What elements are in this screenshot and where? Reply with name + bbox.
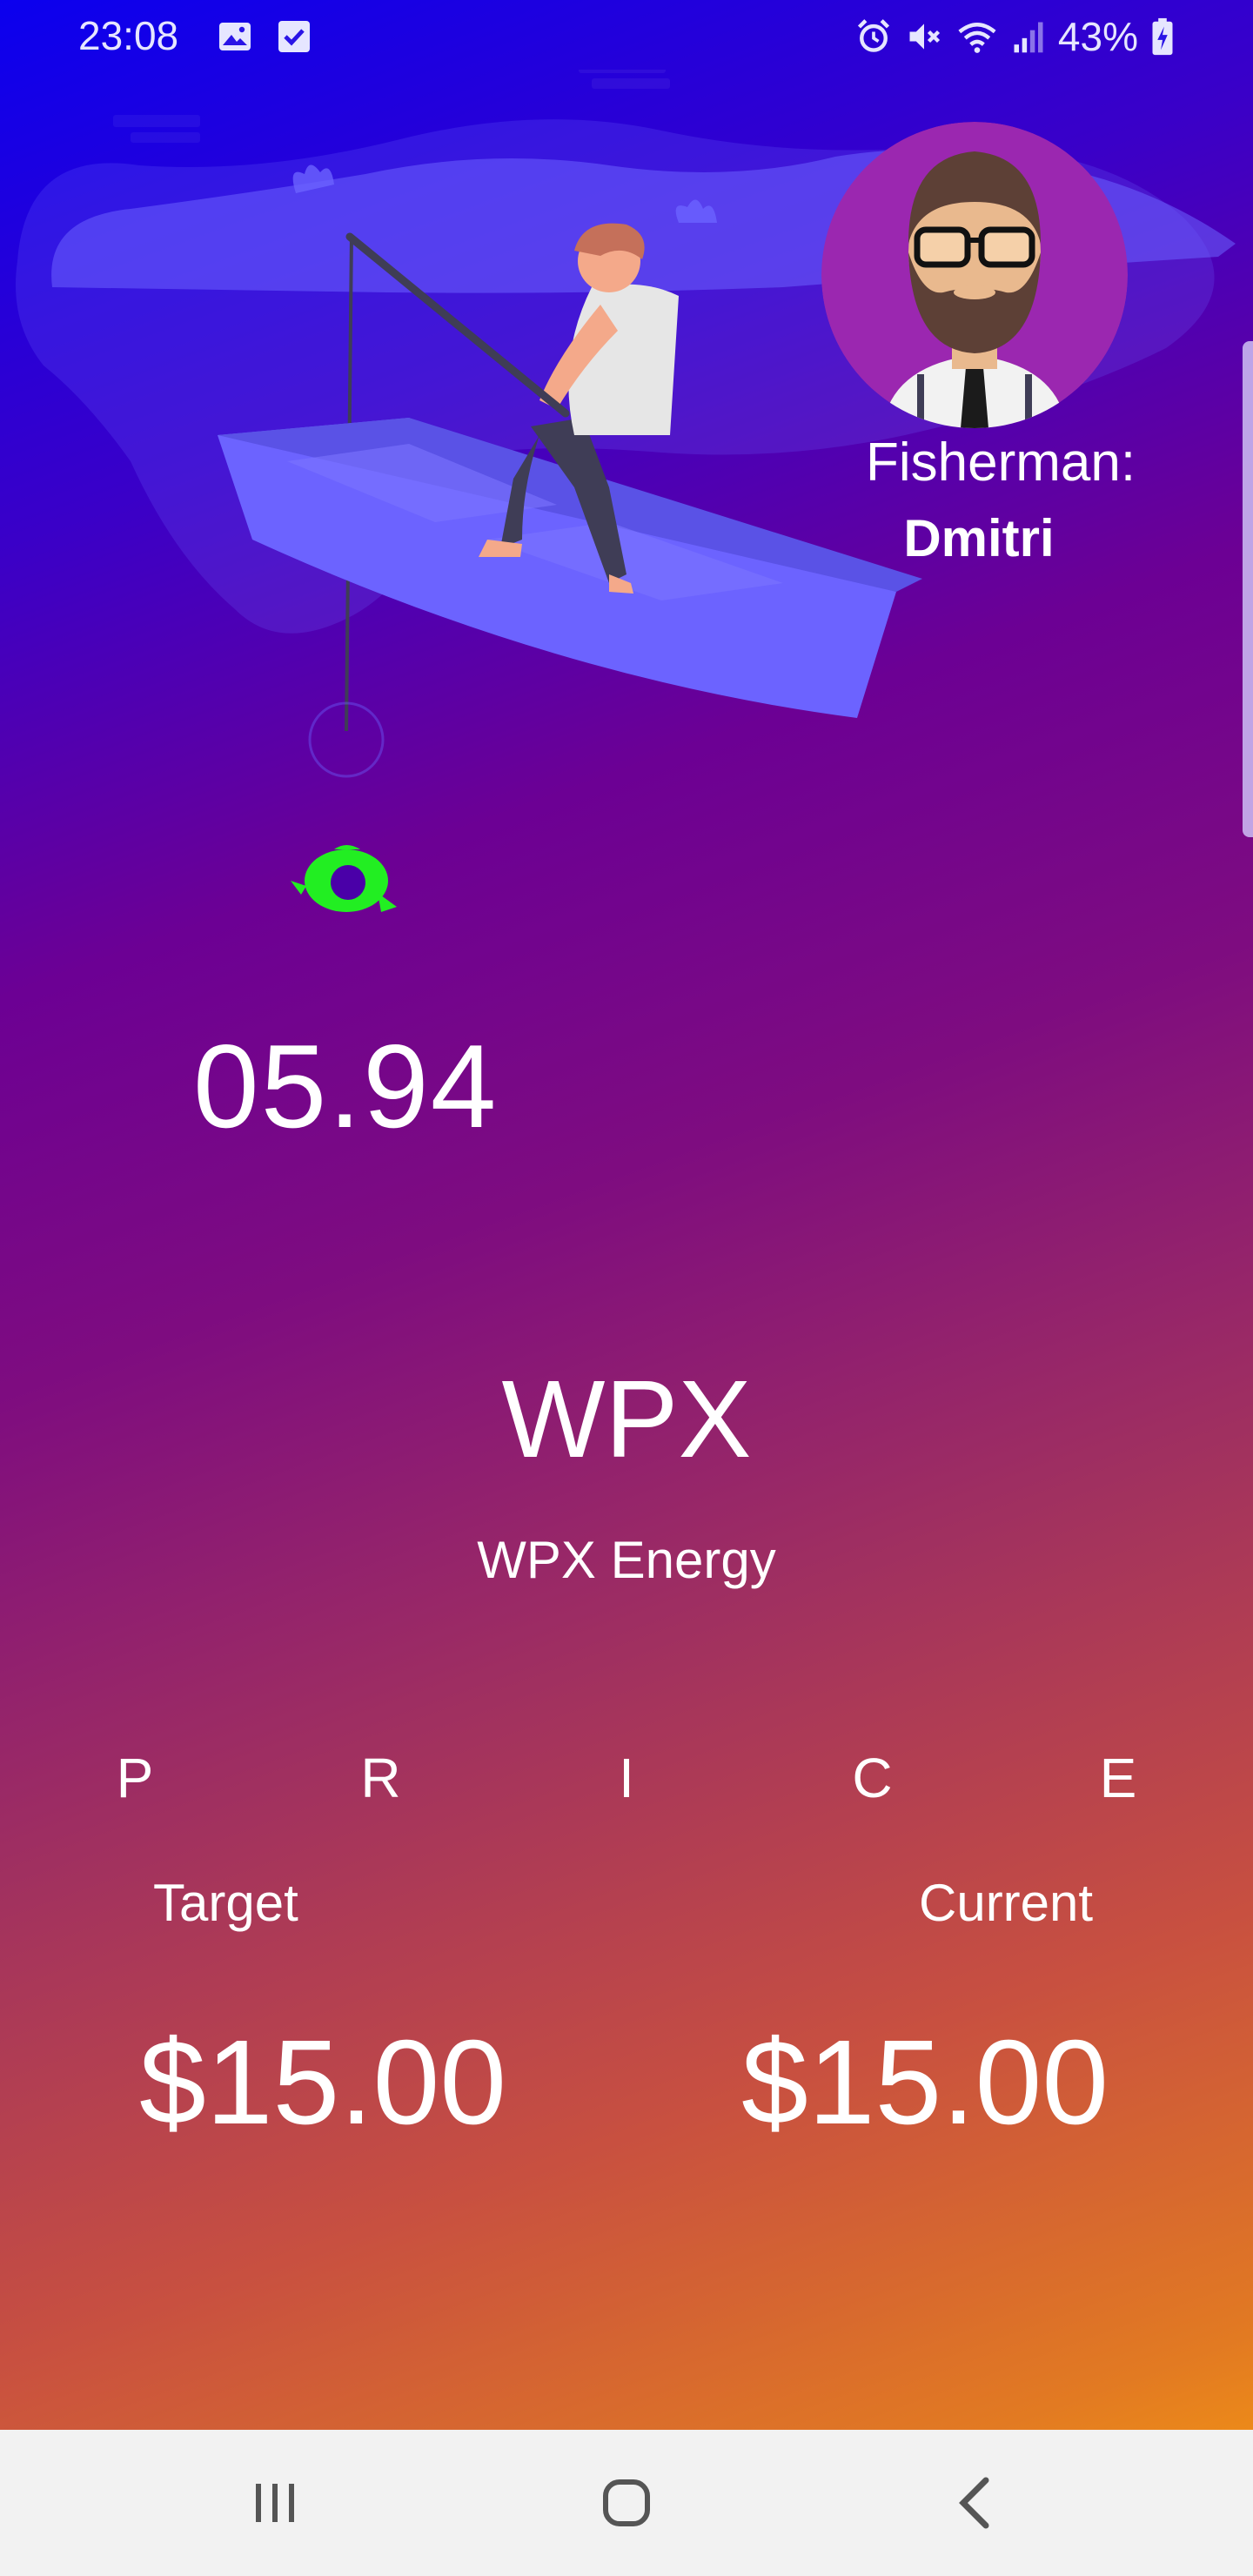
wifi-icon: [958, 23, 996, 53]
stock-ticker: WPX: [501, 1358, 752, 1480]
back-button[interactable]: [931, 2459, 1018, 2546]
status-time: 23:08: [78, 13, 179, 58]
recent-apps-icon: [256, 2484, 294, 2522]
price-heading-letter: C: [852, 1747, 893, 1809]
target-price-label: Target: [153, 1874, 298, 1932]
fisherman-avatar[interactable]: [821, 122, 1128, 428]
fisherman-label: Fisherman:: [865, 433, 1136, 493]
battery-charging-icon: [1152, 17, 1173, 56]
signal-icon: [1014, 22, 1043, 53]
recent-apps-button[interactable]: [231, 2459, 318, 2546]
price-heading: P R I C E: [96, 1746, 1157, 1810]
current-price-value: $15.00: [741, 2016, 1109, 2150]
fish-icon[interactable]: [291, 837, 400, 924]
price-heading-letter: P: [116, 1747, 154, 1809]
price-heading-letter: E: [1099, 1747, 1137, 1809]
battery-percent: 43%: [1057, 14, 1138, 59]
image-icon: [219, 23, 251, 50]
fisherman-name: Dmitri: [903, 509, 1055, 567]
mute-icon: [909, 23, 940, 50]
target-price-value: $15.00: [139, 2016, 507, 2150]
bearded-man-avatar-icon: [821, 122, 1128, 428]
check-box-icon: [278, 21, 310, 52]
home-icon: [603, 2479, 650, 2526]
home-button[interactable]: [583, 2459, 670, 2546]
timer-display: 05.94: [193, 1020, 499, 1152]
navigation-bar: [0, 2430, 1253, 2576]
current-price-label: Current: [919, 1874, 1094, 1932]
status-bar: 23:08 43%: [0, 0, 1253, 77]
status-right-group: 43%: [854, 12, 1175, 61]
alarm-icon: [857, 19, 889, 52]
company-name: WPX Energy: [477, 1531, 776, 1589]
price-heading-letter: I: [619, 1747, 634, 1809]
app-screen: 23:08 43% Fisherman: Dmitri 05.94 WPX WP…: [0, 0, 1253, 2576]
price-heading-letter: R: [360, 1747, 401, 1809]
back-icon: [959, 2477, 989, 2529]
edge-panel-handle[interactable]: [1243, 341, 1253, 837]
